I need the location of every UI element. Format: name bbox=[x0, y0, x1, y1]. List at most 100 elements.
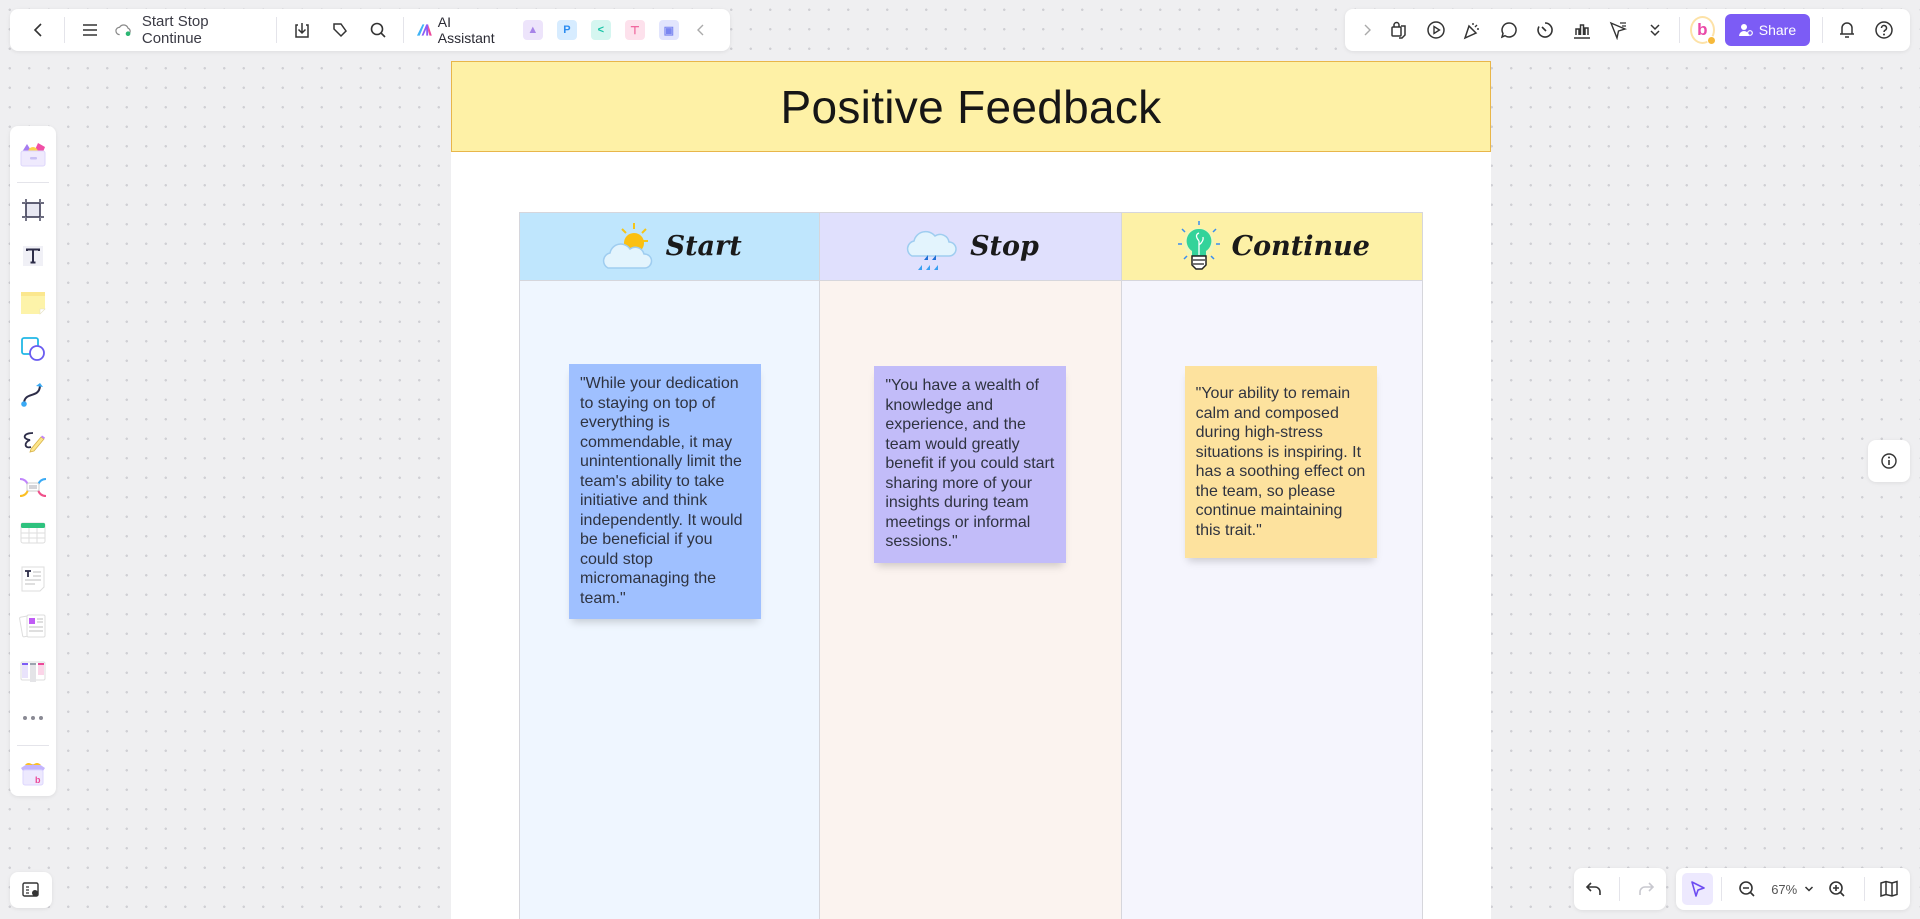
chevron-left-icon bbox=[696, 24, 704, 36]
comment-button[interactable] bbox=[1496, 16, 1521, 44]
download-icon bbox=[294, 23, 309, 38]
sticky-note-icon bbox=[21, 291, 46, 315]
tag-button[interactable] bbox=[327, 16, 353, 44]
timer-button[interactable] bbox=[1533, 16, 1558, 44]
column-label-start: Start bbox=[665, 231, 742, 262]
more-tools-button[interactable] bbox=[1642, 16, 1667, 44]
connector-tool[interactable] bbox=[15, 378, 51, 412]
timer-icon bbox=[1537, 22, 1553, 38]
left-toolbar: b bbox=[10, 126, 56, 796]
celebrate-button[interactable] bbox=[1460, 16, 1485, 44]
text-icon bbox=[23, 246, 43, 267]
ai-assistant-button[interactable]: AI Assistant bbox=[416, 14, 506, 46]
app-store-tool[interactable]: b bbox=[15, 756, 51, 790]
text-tool[interactable] bbox=[15, 239, 51, 273]
divider bbox=[1863, 877, 1865, 901]
user-avatar[interactable]: b bbox=[1689, 16, 1716, 45]
chevron-right-icon bbox=[1364, 24, 1371, 36]
board-title: Positive Feedback bbox=[780, 80, 1162, 133]
divider bbox=[17, 182, 49, 184]
column-header-continue[interactable]: Continue bbox=[1121, 213, 1422, 281]
laser-pointer-button[interactable] bbox=[1606, 16, 1631, 44]
zoom-out-icon bbox=[1738, 881, 1755, 897]
history-controls bbox=[1574, 868, 1666, 910]
templates-tool[interactable] bbox=[15, 138, 51, 172]
mindmap-app-icon[interactable]: < bbox=[590, 20, 611, 40]
frame-tool[interactable] bbox=[15, 193, 51, 227]
share-button[interactable]: Share bbox=[1724, 14, 1811, 46]
help-button[interactable] bbox=[1872, 16, 1897, 44]
minimap-button[interactable] bbox=[1875, 874, 1904, 904]
info-button[interactable] bbox=[1868, 440, 1910, 482]
sticky-note-start[interactable]: "While your dedication to staying on top… bbox=[569, 364, 761, 619]
mindmap-icon bbox=[19, 478, 47, 498]
column-header-start[interactable]: Start bbox=[520, 213, 820, 281]
menu-button[interactable] bbox=[77, 16, 103, 44]
column-start: Start "While your dedication to staying … bbox=[520, 213, 821, 919]
download-button[interactable] bbox=[289, 16, 315, 44]
kanban-icon bbox=[20, 661, 46, 682]
share-label: Share bbox=[1758, 22, 1797, 38]
sticky-note-tool[interactable] bbox=[15, 285, 51, 319]
chevron-down-icon bbox=[1804, 886, 1814, 892]
cards-tool[interactable] bbox=[15, 609, 51, 643]
more-chevrons-icon bbox=[1650, 24, 1660, 37]
cloud-synced-icon bbox=[115, 24, 132, 37]
kanban-tool[interactable] bbox=[15, 655, 51, 689]
chevron-left-icon bbox=[33, 23, 42, 37]
more-horizontal-icon bbox=[23, 715, 43, 720]
chat-app-icon[interactable]: ▣ bbox=[658, 20, 679, 40]
more-tools-button[interactable] bbox=[15, 701, 51, 735]
collapse-toolbar-button[interactable] bbox=[688, 16, 714, 44]
column-header-stop[interactable]: Stop bbox=[820, 213, 1121, 281]
app-store-box-icon: b bbox=[21, 763, 45, 786]
zoom-dropdown-button[interactable] bbox=[1801, 874, 1817, 904]
table-tool[interactable] bbox=[15, 516, 51, 550]
start-stop-continue-table: Start "While your dedication to staying … bbox=[519, 212, 1423, 919]
celebrate-icon bbox=[1463, 23, 1480, 40]
divider bbox=[1822, 17, 1823, 43]
flowchart-app-icon[interactable]: ⊤ bbox=[624, 20, 645, 40]
svg-text:b: b bbox=[35, 775, 41, 785]
vote-chart-icon bbox=[1573, 24, 1590, 39]
divider bbox=[1619, 877, 1621, 901]
present-button[interactable] bbox=[1423, 16, 1448, 44]
divider bbox=[1721, 877, 1723, 901]
document-title-button[interactable]: Start Stop Continue bbox=[115, 13, 263, 47]
board-title-banner[interactable]: Positive Feedback bbox=[451, 61, 1491, 152]
image-generator-app-icon[interactable]: ▲ bbox=[522, 20, 543, 40]
pen-tool[interactable] bbox=[15, 424, 51, 458]
presentation-app-icon[interactable]: P bbox=[556, 20, 577, 40]
info-icon bbox=[1881, 453, 1897, 469]
outline-panel-button[interactable] bbox=[10, 872, 52, 908]
shape-tool[interactable] bbox=[15, 332, 51, 366]
undo-button[interactable] bbox=[1579, 874, 1609, 904]
outline-panel-icon bbox=[22, 882, 39, 897]
back-button[interactable] bbox=[26, 16, 52, 44]
lock-page-button[interactable] bbox=[1387, 16, 1412, 44]
whiteboard-canvas[interactable]: Positive Feedback Start "While your dedi… bbox=[451, 61, 1491, 919]
bell-icon bbox=[1840, 22, 1855, 38]
sticky-note-continue[interactable]: "Your ability to remain calm and compose… bbox=[1184, 366, 1377, 558]
zoom-controls: 67% bbox=[1676, 868, 1910, 910]
notifications-button[interactable] bbox=[1835, 16, 1860, 44]
column-continue: Continue "Your ability to remain calm an… bbox=[1121, 213, 1422, 919]
ai-assistant-label: AI Assistant bbox=[437, 14, 495, 46]
map-icon bbox=[1880, 880, 1899, 898]
text-doc-tool[interactable] bbox=[15, 562, 51, 596]
sticky-note-stop[interactable]: "You have a wealth of knowledge and expe… bbox=[874, 366, 1067, 563]
search-button[interactable] bbox=[365, 16, 391, 44]
tag-icon bbox=[333, 23, 347, 38]
hamburger-menu-icon bbox=[83, 24, 98, 36]
zoom-in-button[interactable] bbox=[1823, 874, 1852, 904]
ai-assistant-icon bbox=[416, 24, 432, 36]
vote-button[interactable] bbox=[1569, 16, 1594, 44]
divider bbox=[64, 17, 66, 43]
expand-toolbar-button[interactable] bbox=[1359, 16, 1375, 44]
avatar-letter: b bbox=[1697, 20, 1708, 39]
mindmap-tool[interactable] bbox=[15, 470, 51, 504]
select-tool-button[interactable] bbox=[1682, 873, 1714, 905]
zoom-level[interactable]: 67% bbox=[1771, 882, 1797, 897]
zoom-out-button[interactable] bbox=[1732, 874, 1761, 904]
redo-button[interactable] bbox=[1631, 874, 1661, 904]
